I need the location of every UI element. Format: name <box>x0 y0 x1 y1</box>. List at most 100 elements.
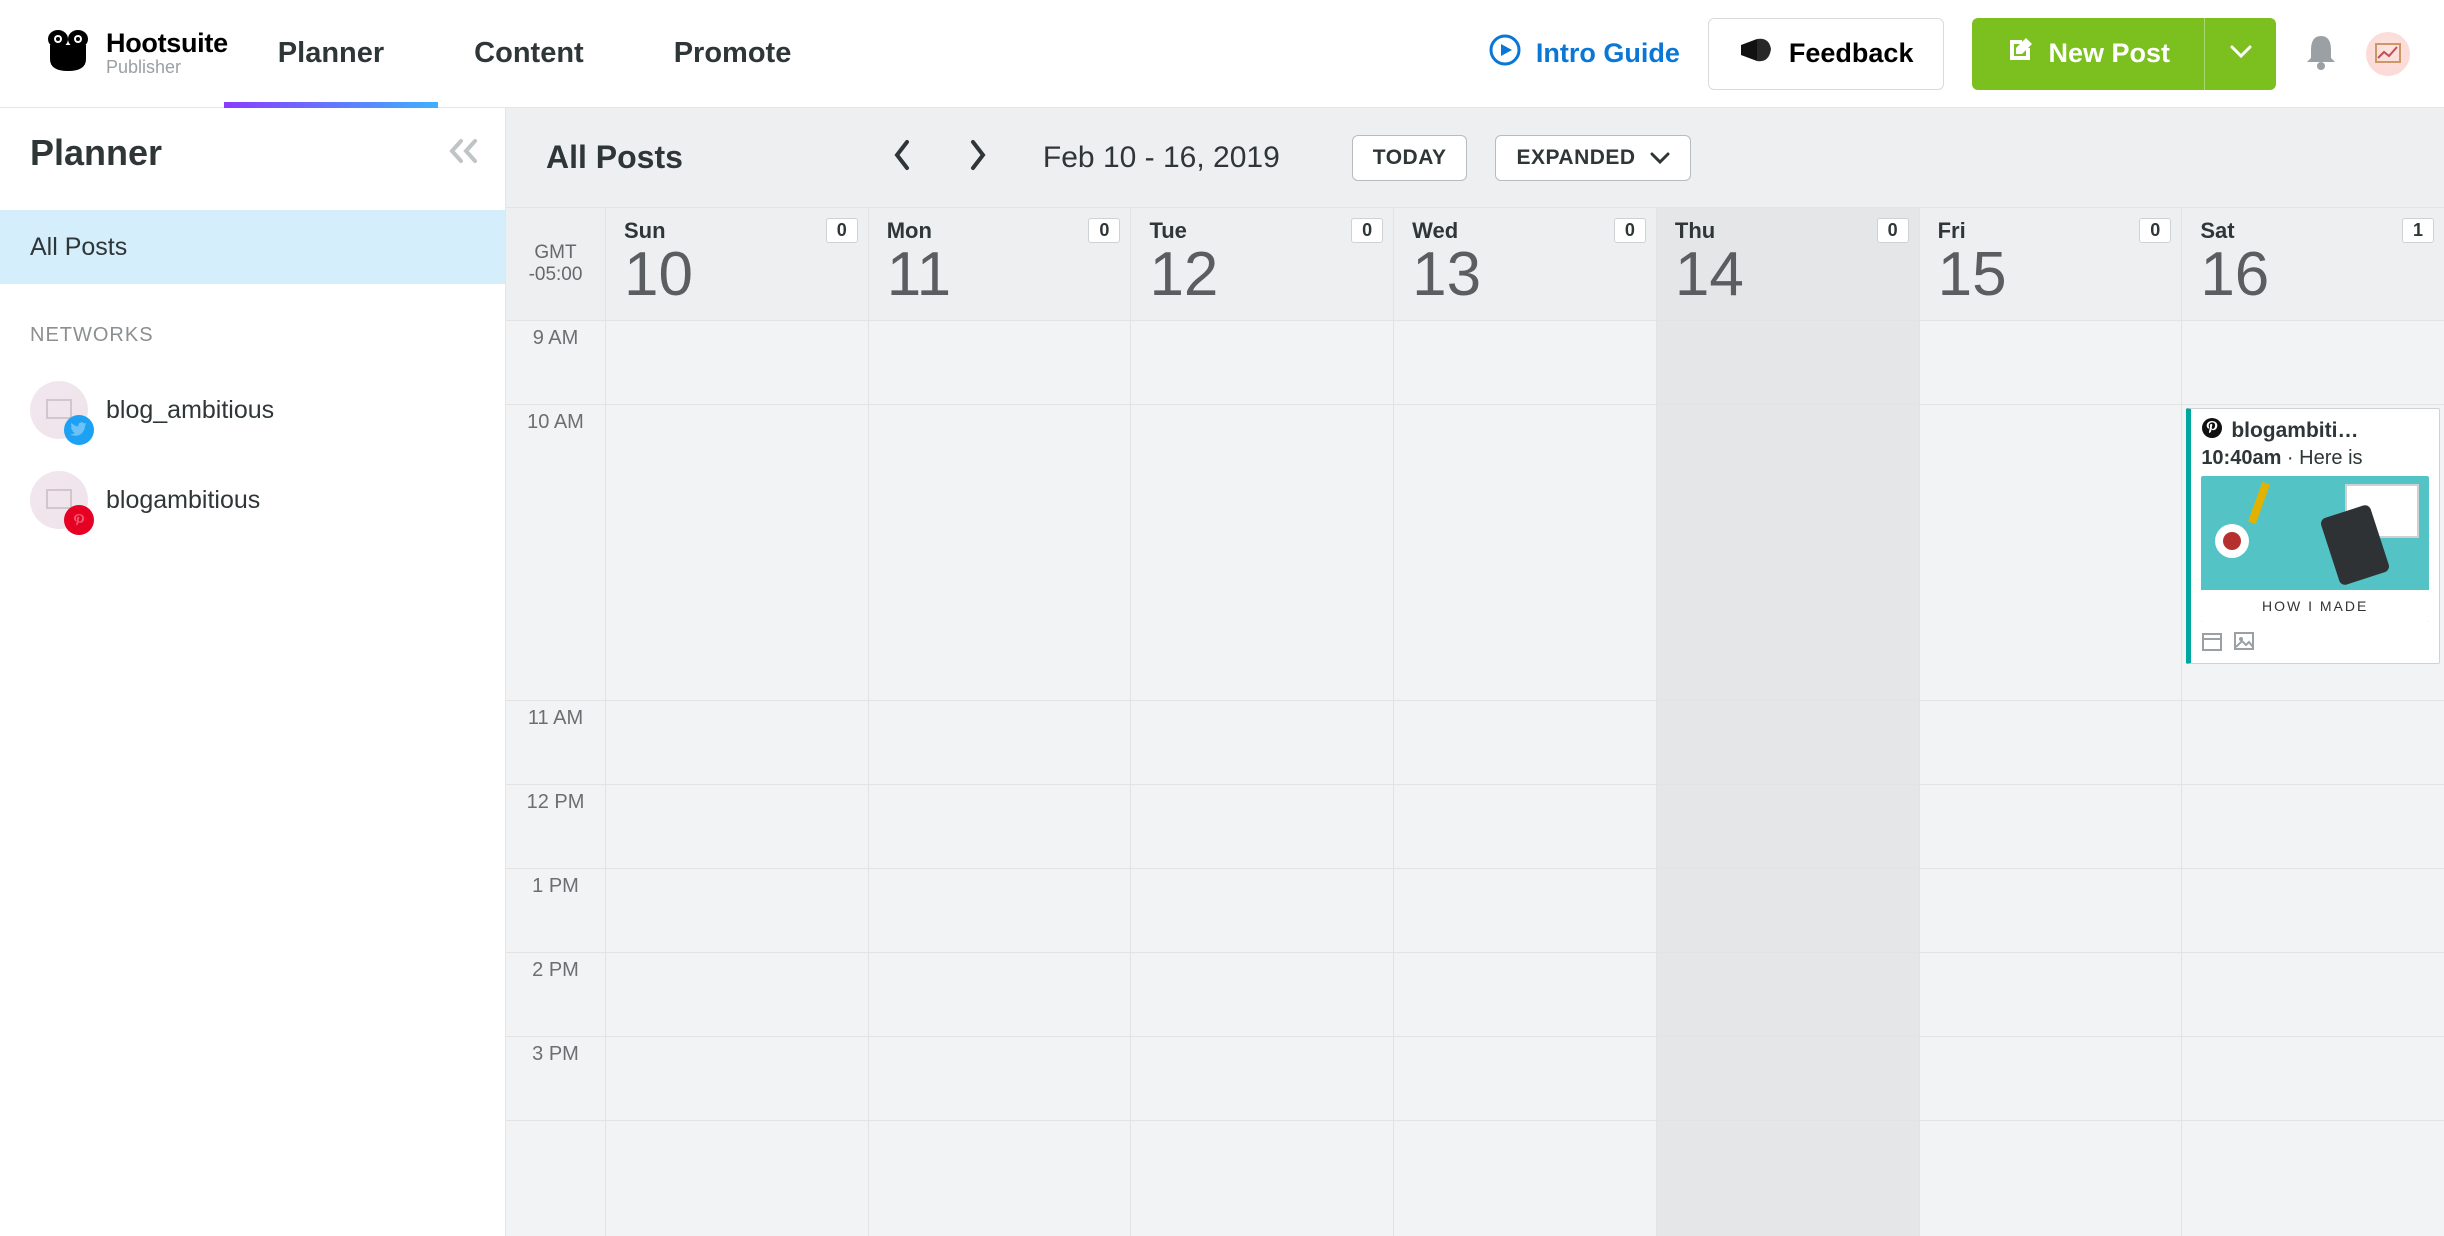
calendar-cell[interactable] <box>2182 785 2444 869</box>
day-header[interactable]: 0 Tue 12 <box>1131 208 1394 320</box>
calendar-cell[interactable] <box>1394 953 1656 1037</box>
today-button[interactable]: TODAY <box>1352 135 1468 181</box>
calendar-cell[interactable] <box>2182 869 2444 953</box>
calendar-cell[interactable] <box>606 953 868 1037</box>
calendar-cell[interactable] <box>1657 321 1919 405</box>
avatar <box>30 471 88 529</box>
calendar-cell[interactable] <box>606 321 868 405</box>
calendar-cell[interactable] <box>869 405 1131 701</box>
calendar-cell[interactable] <box>1920 953 2182 1037</box>
today-label: TODAY <box>1373 146 1447 170</box>
calendar-cell[interactable] <box>1394 785 1656 869</box>
day-header[interactable]: 0 Thu 14 <box>1657 208 1920 320</box>
day-header[interactable]: 0 Sun 10 <box>606 208 869 320</box>
day-number: 10 <box>624 244 850 306</box>
feedback-label: Feedback <box>1789 38 1914 69</box>
calendar-cell[interactable] <box>1131 321 1393 405</box>
hour-label: 9 AM <box>506 321 605 405</box>
feedback-button[interactable]: Feedback <box>1708 18 1945 90</box>
calendar-cell[interactable] <box>1920 1037 2182 1121</box>
hour-label: 12 PM <box>506 785 605 869</box>
calendar-cell[interactable] <box>606 869 868 953</box>
image-small-icon <box>2233 630 2255 657</box>
view-mode-dropdown[interactable]: EXPANDED <box>1495 135 1690 181</box>
calendar-cell[interactable] <box>1920 701 2182 785</box>
prev-week-icon[interactable] <box>891 138 913 177</box>
day-column <box>1394 321 1657 1236</box>
calendar-cell[interactable] <box>869 869 1131 953</box>
calendar-cell[interactable] <box>1920 785 2182 869</box>
post-excerpt: Here is <box>2299 447 2362 469</box>
day-header[interactable]: 0 Mon 11 <box>869 208 1132 320</box>
calendar-cell[interactable] <box>1657 869 1919 953</box>
calendar-cell[interactable] <box>1394 321 1656 405</box>
calendar-cell[interactable] <box>869 785 1131 869</box>
pinterest-icon <box>2201 417 2223 445</box>
calendar-cell[interactable] <box>1131 701 1393 785</box>
calendar-cell[interactable] <box>2182 701 2444 785</box>
calendar-cell[interactable] <box>1394 701 1656 785</box>
post-time: 10:40am <box>2201 447 2281 469</box>
day-number: 15 <box>1938 244 2164 306</box>
calendar-cell[interactable] <box>606 701 868 785</box>
network-account-pinterest[interactable]: blogambitious <box>0 455 505 545</box>
day-number: 14 <box>1675 244 1901 306</box>
calendar-cell[interactable] <box>1920 321 2182 405</box>
calendar-cell[interactable] <box>1394 1037 1656 1121</box>
collapse-sidebar-icon[interactable] <box>447 138 481 169</box>
tz-gmt: GMT <box>534 242 576 264</box>
calendar-cell[interactable] <box>1657 1037 1919 1121</box>
calendar-cell[interactable] <box>869 321 1131 405</box>
network-account-twitter[interactable]: blog_ambitious <box>0 365 505 455</box>
calendar-cell[interactable] <box>606 785 868 869</box>
post-thumbnail: HOW I MADE <box>2201 476 2429 622</box>
calendar-cell[interactable] <box>1131 785 1393 869</box>
post-separator: · <box>2281 447 2299 469</box>
calendar-cell[interactable] <box>1657 785 1919 869</box>
day-header[interactable]: 1 Sat 16 <box>2182 208 2444 320</box>
calendar-cell[interactable] <box>606 405 868 701</box>
new-post-dropdown[interactable] <box>2204 18 2276 90</box>
sidebar-item-label: All Posts <box>30 233 127 262</box>
day-header[interactable]: 0 Wed 13 <box>1394 208 1657 320</box>
calendar-cell[interactable] <box>1394 405 1656 701</box>
calendar-cell[interactable] <box>1657 405 1919 701</box>
calendar-cell[interactable] <box>869 1037 1131 1121</box>
sidebar-item-all-posts[interactable]: All Posts <box>0 210 505 284</box>
calendar-cell[interactable] <box>1131 405 1393 701</box>
notifications-bell-icon[interactable] <box>2304 32 2338 75</box>
calendar-cell[interactable]: blogambiti… 10:40am · Here is HOW I MADE <box>2182 405 2444 701</box>
calendar-cell[interactable] <box>2182 1037 2444 1121</box>
calendar-cell[interactable] <box>869 953 1131 1037</box>
date-range-label: Feb 10 - 16, 2019 <box>1043 141 1280 175</box>
day-column <box>1657 321 1920 1236</box>
chevron-down-icon <box>2230 45 2252 62</box>
day-header[interactable]: 0 Fri 15 <box>1920 208 2183 320</box>
new-post-button[interactable]: New Post <box>1972 18 2204 90</box>
intro-guide-link[interactable]: Intro Guide <box>1488 33 1680 74</box>
calendar-cell[interactable] <box>606 1037 868 1121</box>
calendar-cell[interactable] <box>2182 953 2444 1037</box>
calendar-cell[interactable] <box>1920 405 2182 701</box>
tab-promote[interactable]: Promote <box>668 0 798 107</box>
calendar-cell[interactable] <box>1657 953 1919 1037</box>
day-number: 16 <box>2200 244 2426 306</box>
calendar-cell[interactable] <box>1920 869 2182 953</box>
next-week-icon[interactable] <box>967 138 989 177</box>
day-number: 12 <box>1149 244 1375 306</box>
analytics-icon[interactable] <box>2366 32 2410 76</box>
tab-content[interactable]: Content <box>468 0 590 107</box>
day-post-count: 0 <box>826 218 858 243</box>
calendar-cell[interactable] <box>1131 953 1393 1037</box>
calendar-cell[interactable] <box>1394 869 1656 953</box>
calendar-cell[interactable] <box>869 701 1131 785</box>
calendar-title: All Posts <box>546 139 683 176</box>
calendar-cell[interactable] <box>1657 701 1919 785</box>
scheduled-post-card[interactable]: blogambiti… 10:40am · Here is HOW I MADE <box>2186 408 2440 664</box>
tab-planner[interactable]: Planner <box>272 0 390 107</box>
calendar-cell[interactable] <box>1131 1037 1393 1121</box>
play-circle-icon <box>1488 33 1522 74</box>
calendar-cell[interactable] <box>2182 321 2444 405</box>
calendar-cell[interactable] <box>1131 869 1393 953</box>
day-post-count: 0 <box>1351 218 1383 243</box>
